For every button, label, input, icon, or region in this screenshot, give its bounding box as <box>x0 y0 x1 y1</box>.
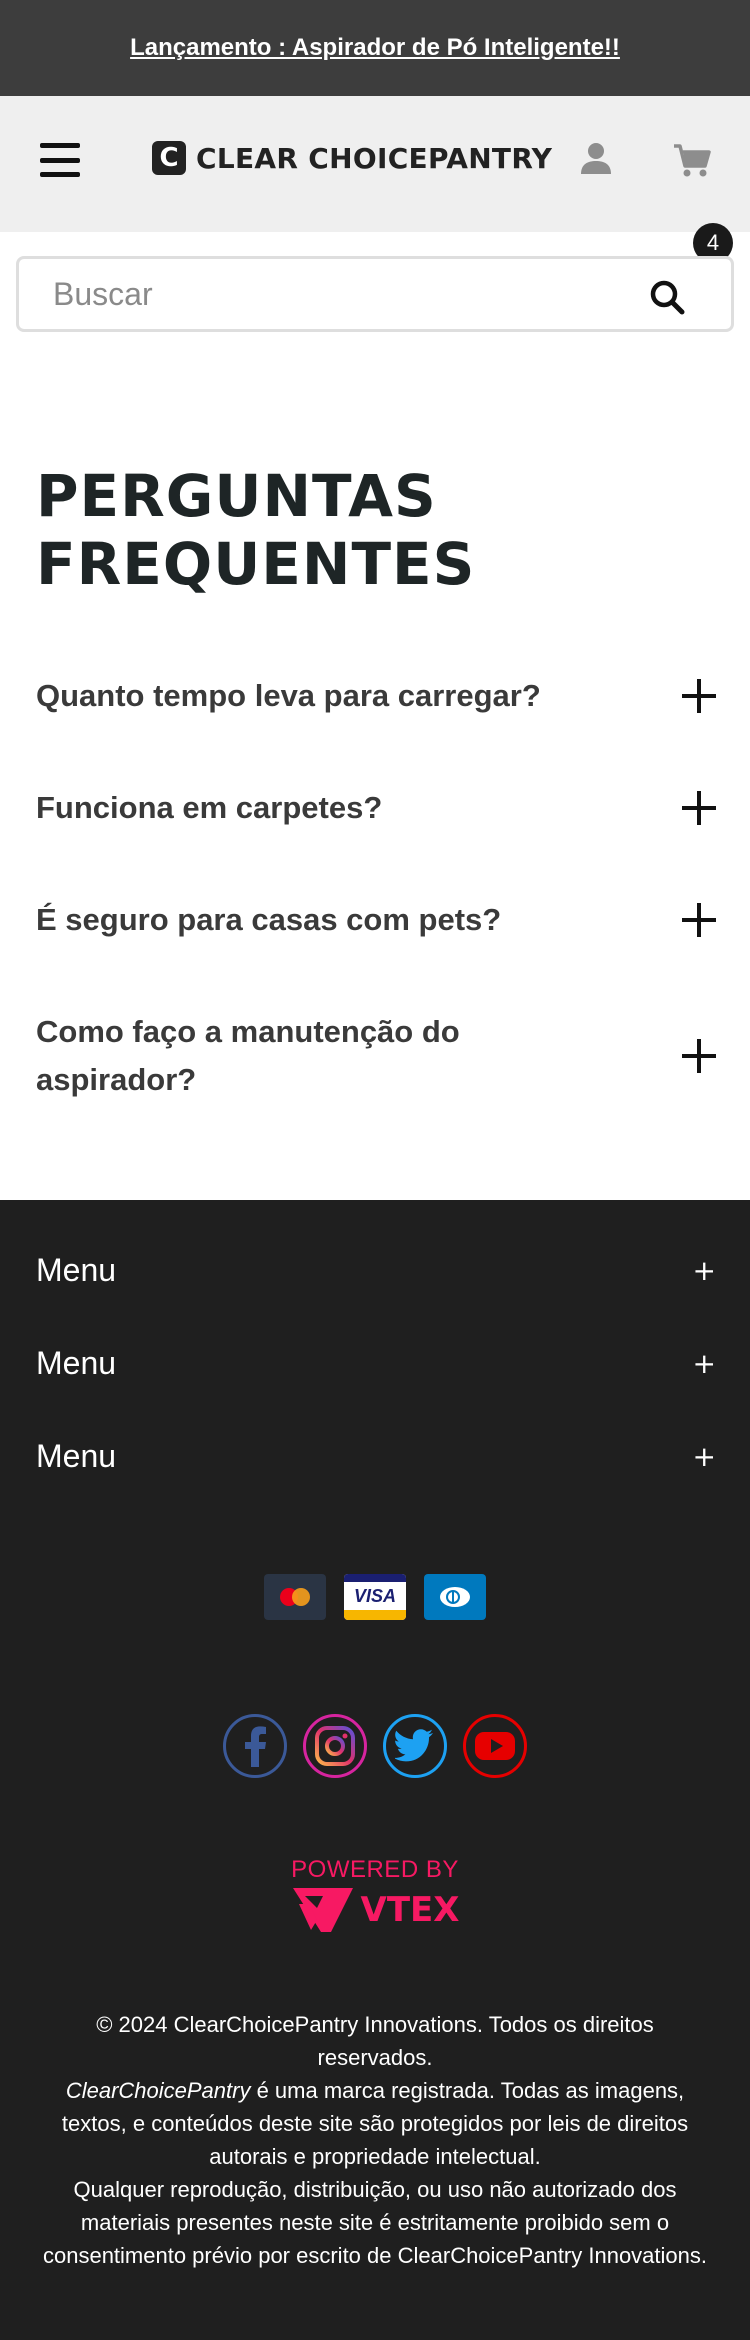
hamburger-icon[interactable] <box>40 143 80 177</box>
faq-question: É seguro para casas com pets? <box>36 902 502 937</box>
mastercard-icon <box>264 1574 326 1620</box>
footer-menu-toggle[interactable]: Menu + <box>36 1345 716 1382</box>
facebook-icon[interactable] <box>223 1714 287 1778</box>
youtube-icon[interactable] <box>463 1714 527 1778</box>
plus-icon[interactable] <box>682 791 716 825</box>
footer-menu-label: Menu <box>36 1438 117 1474</box>
search-icon[interactable] <box>649 279 685 315</box>
vtex-wordmark: VTEX <box>360 1890 460 1930</box>
social-links <box>0 1714 750 1778</box>
plus-icon[interactable]: + <box>693 1440 716 1473</box>
faq-item[interactable]: Como faço a manutenção do aspirador? <box>36 1008 716 1104</box>
site-footer: Menu + Menu + Menu + VISA POWERED BY VTE… <box>0 1200 750 2340</box>
brand-name: CLEAR CHOICEPANTRY <box>196 141 553 175</box>
faq-title: PERGUNTAS FREQUENTES <box>36 462 476 598</box>
copyright-text: © 2024 ClearChoicePantry Innovations. To… <box>96 2012 654 2070</box>
vtex-mark-icon <box>292 1888 353 1932</box>
trademark-text: ClearChoicePantry é uma marca registrada… <box>40 2074 710 2173</box>
user-icon[interactable] <box>578 140 614 176</box>
instagram-icon[interactable] <box>303 1714 367 1778</box>
site-header: C CLEAR CHOICEPANTRY 4 <box>0 96 750 263</box>
cart-icon[interactable] <box>672 142 712 178</box>
faq-question: Funciona em carpetes? <box>36 790 383 825</box>
announcement-bar: Lançamento : Aspirador de Pó Inteligente… <box>0 0 750 96</box>
plus-icon[interactable] <box>682 903 716 937</box>
footer-menu-toggle[interactable]: Menu + <box>36 1252 716 1289</box>
faq-question: Como faço a manutenção do aspirador? <box>36 1014 460 1097</box>
plus-icon[interactable]: + <box>693 1347 716 1380</box>
faq-question: Quanto tempo leva para carregar? <box>36 678 541 713</box>
footer-menu-label: Menu <box>36 1345 117 1381</box>
vtex-logo: VTEX <box>291 1886 460 1934</box>
faq-item[interactable]: Quanto tempo leva para carregar? <box>36 672 716 720</box>
footer-menu-toggle[interactable]: Menu + <box>36 1438 716 1475</box>
legal-notice: © 2024 ClearChoicePantry Innovations. To… <box>40 2008 710 2272</box>
brand-italic: ClearChoicePantry <box>65 2078 251 2103</box>
plus-icon[interactable]: + <box>693 1254 716 1287</box>
brand-logo[interactable]: C CLEAR CHOICEPANTRY <box>152 141 552 175</box>
visa-label: VISA <box>353 1586 396 1606</box>
footer-menu-label: Menu <box>36 1252 117 1288</box>
payment-methods: VISA <box>0 1574 750 1620</box>
faq-section: PERGUNTAS FREQUENTES Quanto tempo leva p… <box>0 332 750 1200</box>
search-input[interactable] <box>19 275 619 313</box>
visa-icon: VISA <box>344 1574 406 1620</box>
faq-item[interactable]: Funciona em carpetes? <box>36 784 716 832</box>
diners-icon <box>424 1574 486 1620</box>
reproduction-notice: Qualquer reprodução, distribuição, ou us… <box>42 2177 708 2268</box>
announcement-link[interactable]: Lançamento : Aspirador de Pó Inteligente… <box>130 34 620 62</box>
plus-icon[interactable] <box>682 1039 716 1073</box>
powered-by-label: POWERED BY <box>291 1856 459 1883</box>
faq-item[interactable]: É seguro para casas com pets? <box>36 896 716 944</box>
search-bar <box>16 256 734 332</box>
brand-logo-mark: C <box>152 141 186 175</box>
plus-icon[interactable] <box>682 679 716 713</box>
powered-by-vtex[interactable]: POWERED BY VTEX <box>0 1856 750 1934</box>
twitter-icon[interactable] <box>383 1714 447 1778</box>
